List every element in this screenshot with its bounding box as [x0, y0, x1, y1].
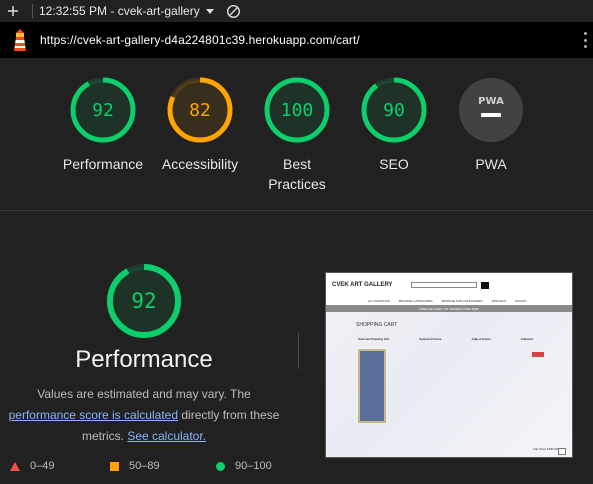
thumb-nav-item: ALL PAINTINGS — [368, 299, 391, 303]
gauge-label: Accessibility — [161, 156, 239, 172]
gauge-performance[interactable]: 92 Performance — [58, 76, 148, 174]
report-url-bar: https://cvek-art-gallery-d4a224801c39.he… — [0, 22, 593, 58]
desc-text-2: directly from these — [181, 408, 280, 422]
devtools-toolbar: 12:32:55 PM - cvek-art-gallery — [0, 0, 593, 22]
circle-icon — [216, 461, 225, 471]
thumb-col: Adjust Frame — [471, 337, 491, 341]
legend-pass: 90–100 — [216, 460, 272, 472]
performance-title: Performance — [75, 346, 213, 373]
lighthouse-logo-icon — [0, 22, 40, 58]
thumb-nav-item: BROWSE SUB-CATEGORIES — [441, 299, 483, 303]
section-divider — [0, 210, 593, 211]
thumb-nav-item: SPECIALS — [491, 299, 507, 303]
thumb-cart-heading: SHOPPING CART — [356, 322, 398, 328]
toolbar-divider — [32, 4, 33, 18]
more-options-icon[interactable] — [584, 32, 588, 48]
thumb-scroll-top-icon — [558, 448, 566, 455]
legend-fail-label: 0–49 — [30, 460, 55, 472]
chevron-down-icon — [205, 8, 214, 14]
thumb-col: Subtotal — [520, 337, 533, 341]
thumb-body: SHOPPING CART Selected Painting Info Sel… — [326, 312, 572, 457]
pwa-badge-text: PWA — [478, 96, 504, 107]
thumb-cart-total: Cart Total: €180.00 — [532, 447, 558, 451]
thumb-painting-image — [358, 349, 386, 423]
thumb-nav: ALL PAINTINGS BROWSE CATEGORIES BROWSE S… — [326, 297, 572, 305]
legend-pass-label: 90–100 — [235, 460, 272, 472]
performance-description: Values are estimated and may vary. The p… — [0, 384, 288, 447]
thumb-search-box — [410, 282, 477, 288]
thumb-nav-item: BROWSE CATEGORIES — [399, 299, 433, 303]
pwa-badge-icon: PWA — [459, 78, 523, 142]
gauge-label: SEO — [379, 156, 409, 172]
thumb-promo-banner: FREE DELIVERY ON ORDERS OVER €999 — [326, 305, 572, 312]
gauge-ring: 90 — [361, 77, 427, 143]
thumb-header: CVEK ART GALLERY — [326, 273, 572, 297]
gauge-score: 90 — [383, 100, 405, 121]
vertical-divider — [298, 333, 299, 369]
gauge-seo[interactable]: 90 SEO — [349, 76, 439, 174]
gauge-ring: 82 — [167, 77, 233, 143]
gauge-ring: 100 — [264, 77, 330, 143]
see-calculator-link[interactable]: See calculator. — [127, 429, 206, 443]
report-selector[interactable]: 12:32:55 PM - cvek-art-gallery — [39, 4, 214, 18]
gauge-score: 92 — [92, 100, 114, 121]
gauge-ring: 92 — [70, 77, 136, 143]
gauge-accessibility[interactable]: 82 Accessibility — [155, 76, 245, 174]
gauge-best-practices[interactable]: 100 Best Practices — [252, 76, 342, 194]
gauge-pwa[interactable]: PWA PWA — [446, 76, 536, 174]
gauge-label: Performance — [62, 156, 144, 172]
gauge-score: 100 — [281, 100, 314, 121]
thumb-cart-columns: Selected Painting Info Selected Frame Ad… — [358, 337, 533, 341]
report-url-link[interactable]: https://cvek-art-gallery-d4a224801c39.he… — [40, 33, 360, 47]
final-screenshot-thumbnail[interactable]: CVEK ART GALLERY ALL PAINTINGS BROWSE CA… — [325, 272, 573, 458]
report-title: 12:32:55 PM - cvek-art-gallery — [39, 4, 200, 18]
clear-button[interactable] — [226, 4, 241, 19]
triangle-icon — [10, 461, 20, 471]
legend-fail: 0–49 — [10, 460, 54, 472]
performance-score: 92 — [131, 289, 156, 313]
thumb-col: Selected Painting Info — [358, 337, 390, 341]
desc-text-3: metrics. — [81, 429, 124, 443]
thumb-logo: CVEK ART GALLERY — [332, 282, 393, 288]
gauge-label: Best Practices — [268, 156, 326, 192]
plus-icon — [8, 6, 18, 16]
thumb-remove-button — [532, 352, 544, 357]
legend-average-label: 50–89 — [129, 460, 160, 472]
square-icon — [110, 461, 119, 471]
thumb-search-icon — [480, 281, 489, 289]
thumb-nav-item: GROUP — [515, 299, 527, 303]
gauge-label: PWA — [475, 156, 507, 172]
thumb-col: Selected Frame — [419, 337, 442, 341]
legend-average: 50–89 — [110, 460, 160, 472]
gauge-score: 82 — [189, 100, 211, 121]
performance-gauge: 92 — [107, 264, 181, 338]
new-report-button[interactable] — [0, 0, 26, 22]
desc-text-1: Values are estimated and may vary. The — [37, 387, 251, 401]
performance-score-link[interactable]: performance score is calculated — [9, 408, 178, 422]
block-icon — [226, 4, 240, 18]
